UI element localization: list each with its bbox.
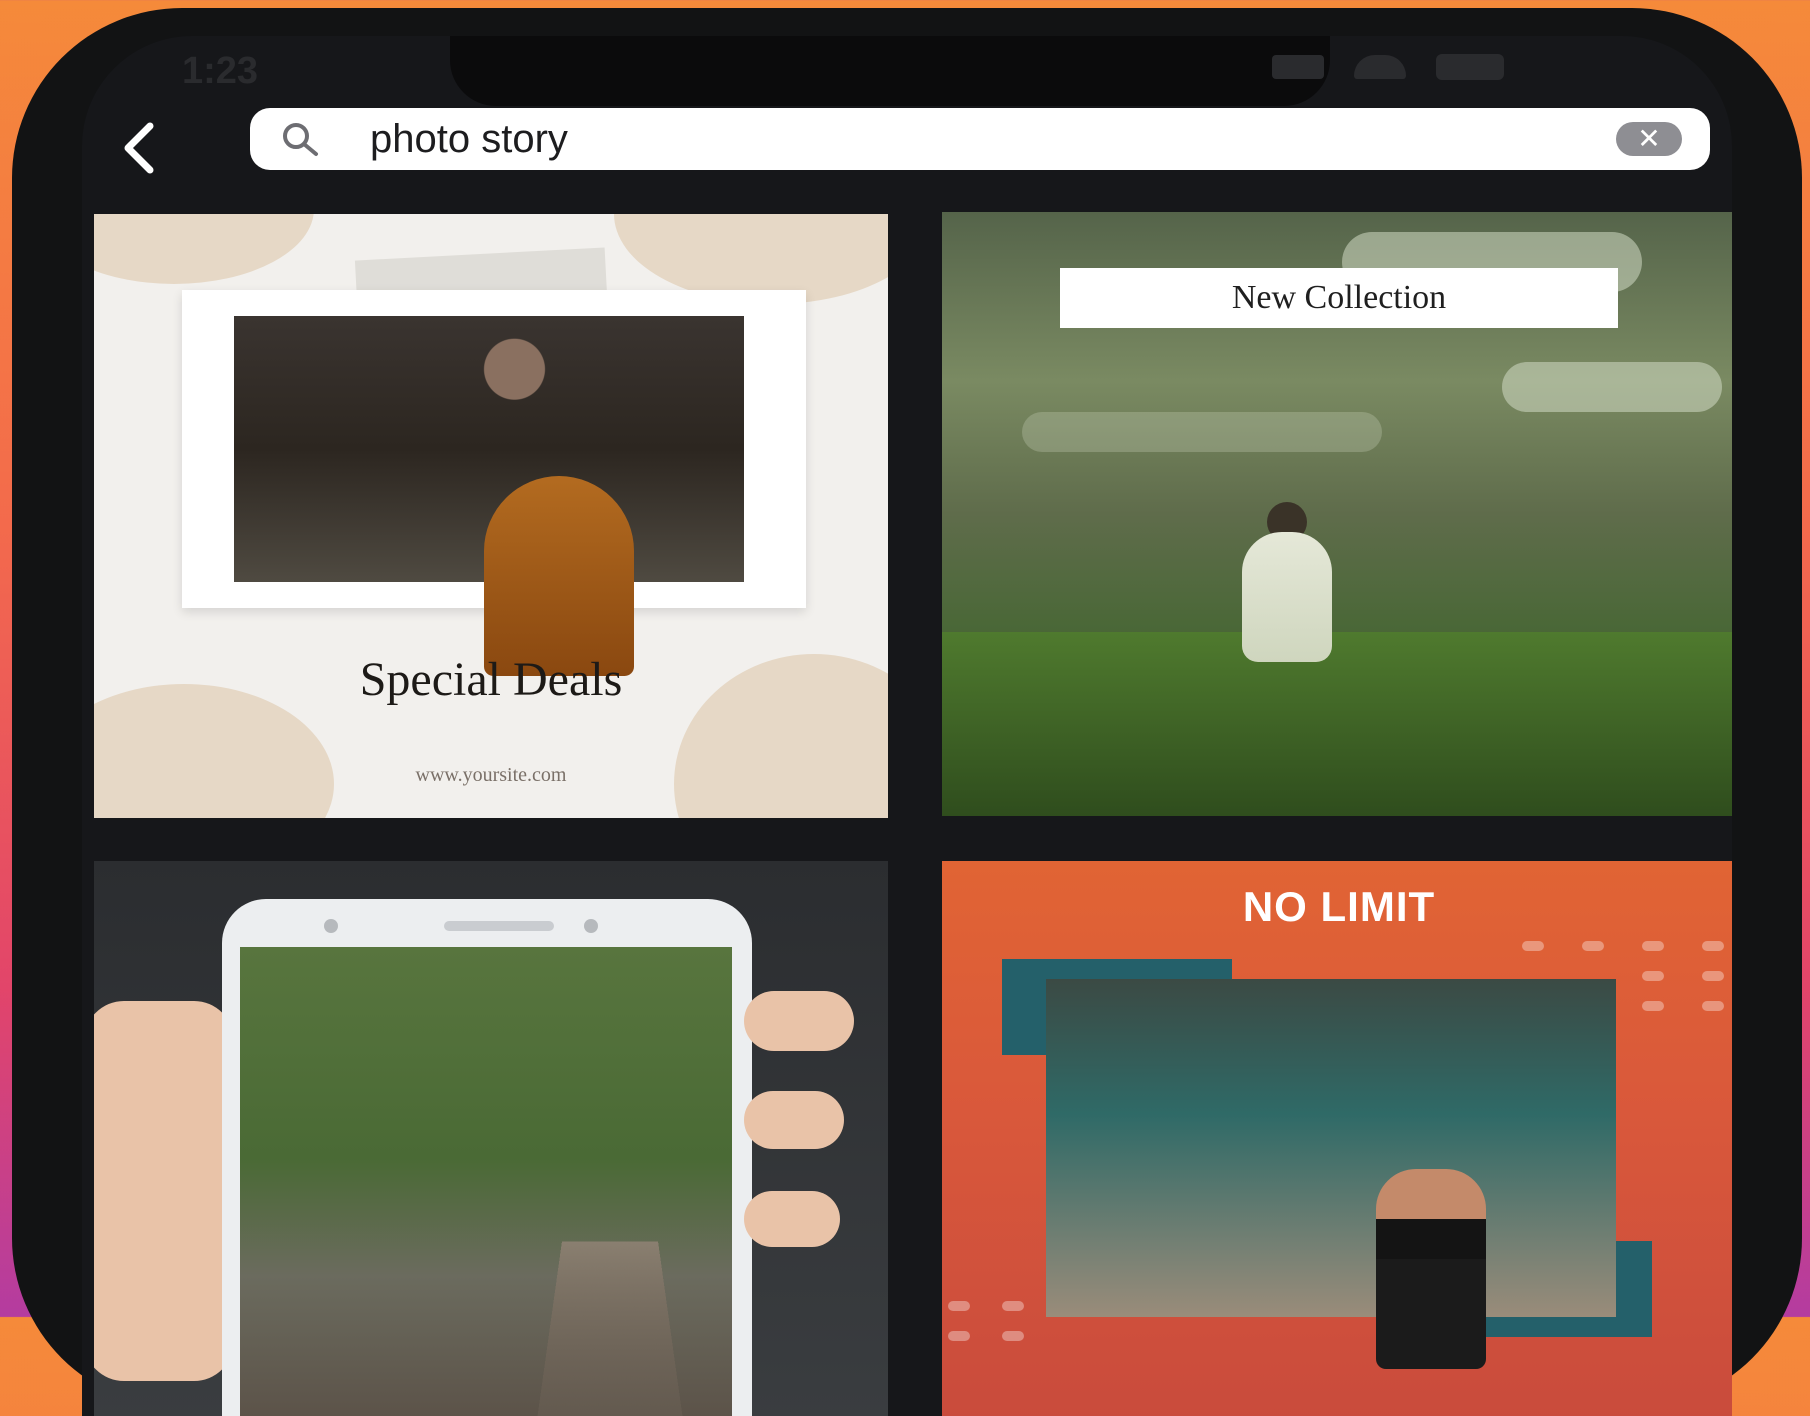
clear-icon: ✕ (1637, 123, 1661, 154)
dot-decoration (1642, 941, 1664, 951)
clear-search-button[interactable]: ✕ (1616, 122, 1682, 156)
status-time: 1:23 (182, 50, 259, 92)
template-card-no-limit[interactable]: NO LIMIT (942, 861, 1732, 1416)
template-title: New Collection (1060, 268, 1618, 328)
cloud-decoration (1502, 362, 1722, 412)
finger-tip (744, 1191, 840, 1247)
hand-left (94, 1001, 234, 1381)
dot-decoration (1702, 941, 1724, 951)
template-photo (234, 316, 744, 676)
railway-track (530, 1241, 690, 1416)
cloud-decoration (1022, 412, 1382, 452)
template-photo (1046, 979, 1616, 1369)
railway-photo (240, 947, 732, 1416)
cellular-signal-icon (1272, 55, 1324, 79)
back-button[interactable] (104, 106, 184, 186)
phone-sensor (584, 919, 598, 933)
woman-in-dress-figure (484, 476, 634, 676)
finger-tip (744, 1091, 844, 1149)
search-icon (283, 123, 318, 156)
grass-field (942, 632, 1732, 816)
status-indicators (1272, 54, 1504, 80)
dot-decoration (1582, 941, 1604, 951)
finger-tip (744, 991, 854, 1051)
athlete-figure (1376, 1169, 1486, 1369)
phone-camera (324, 919, 338, 933)
dot-decoration (1002, 1331, 1024, 1341)
phone-frame: 1:23 ✕ (12, 8, 1802, 1416)
search-input[interactable] (370, 108, 1600, 170)
template-card-phone-railway[interactable] (94, 861, 888, 1416)
dot-decoration (1702, 971, 1724, 981)
phone-notch (450, 36, 1330, 106)
woman-in-white-dress-figure (1242, 532, 1332, 662)
template-title: Special Deals (359, 653, 623, 706)
dot-decoration (1642, 1001, 1664, 1011)
template-url: www.yoursite.com (415, 764, 567, 786)
dot-decoration (1702, 1001, 1724, 1011)
search-bar: ✕ (250, 108, 1710, 170)
template-title: NO LIMIT (1242, 883, 1436, 930)
phone-speaker (444, 921, 554, 931)
wifi-icon (1354, 55, 1406, 79)
dot-decoration (1522, 941, 1544, 951)
beige-blob-decoration (94, 214, 314, 284)
template-card-new-collection[interactable]: New Collection (942, 212, 1732, 816)
dot-decoration (1642, 971, 1664, 981)
battery-icon (1436, 54, 1504, 80)
dot-decoration (948, 1331, 970, 1341)
dot-decoration (1002, 1301, 1024, 1311)
app-screen: 1:23 ✕ (82, 36, 1732, 1416)
chevron-left-icon (124, 122, 154, 174)
template-card-special-deals[interactable]: Special Deals www.yoursite.com (94, 214, 888, 818)
dot-decoration (948, 1301, 970, 1311)
